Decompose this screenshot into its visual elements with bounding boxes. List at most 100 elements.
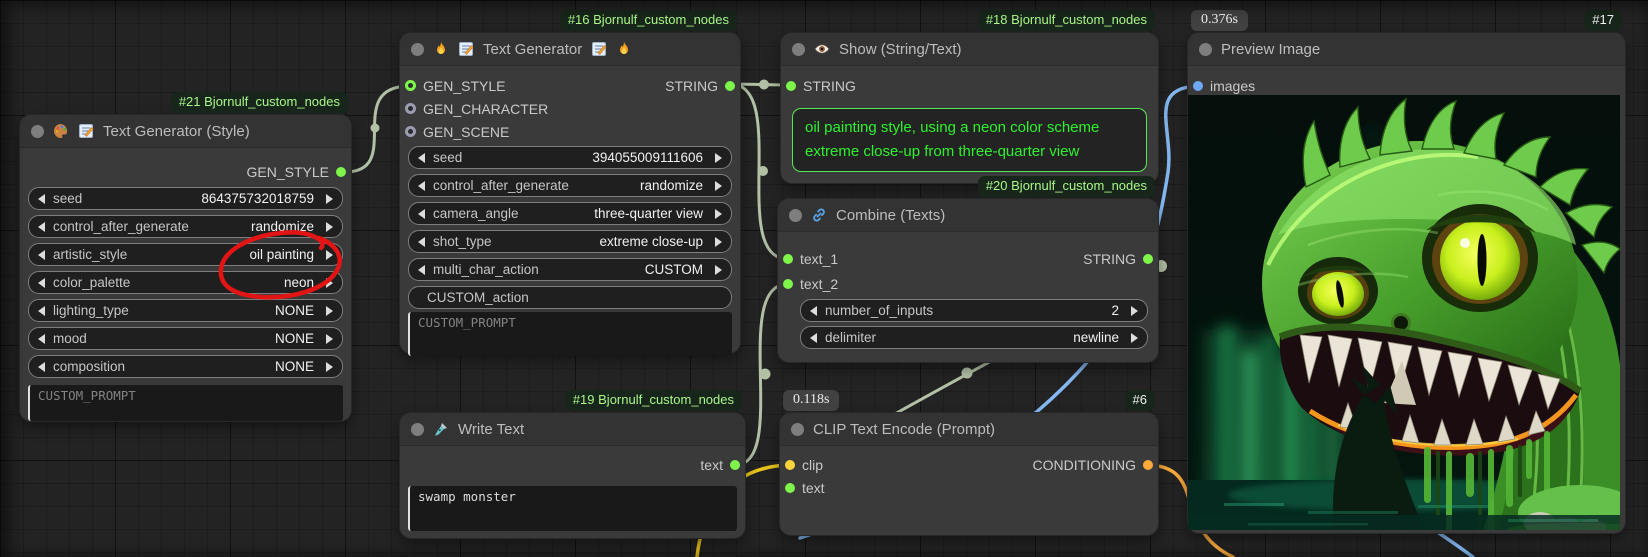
widget-delimiter[interactable]: delimiter newline: [800, 326, 1148, 349]
decrement-arrow[interactable]: [418, 237, 425, 247]
node-text-generator-style[interactable]: #21 Bjornulf_custom_nodes Text Generator…: [20, 115, 351, 421]
widget-shot-type[interactable]: shot_type extreme close-up: [408, 230, 732, 253]
widget-mood[interactable]: mood NONE: [28, 327, 343, 350]
increment-arrow[interactable]: [326, 194, 333, 204]
increment-arrow[interactable]: [715, 209, 722, 219]
preview-image-monster: [1188, 95, 1620, 530]
node-clip-text-encode[interactable]: 0.118s #6 CLIP Text Encode (Prompt) clip…: [780, 413, 1158, 535]
input-slot-label: images: [1210, 78, 1255, 94]
node-titlebar[interactable]: Text Generator: [400, 33, 740, 66]
increment-arrow[interactable]: [326, 250, 333, 260]
output-slot-dot[interactable]: [730, 460, 740, 470]
widget-label: number_of_inputs: [825, 303, 933, 318]
decrement-arrow[interactable]: [418, 209, 425, 219]
node-combine-texts[interactable]: #20 Bjornulf_custom_nodes Combine (Texts…: [778, 199, 1158, 362]
node-title: CLIP Text Encode (Prompt): [813, 421, 995, 438]
collapse-dot[interactable]: [792, 43, 805, 56]
input-slot-dot[interactable]: [405, 103, 416, 114]
custom-action-button[interactable]: CUSTOM_action: [408, 286, 732, 309]
decrement-arrow[interactable]: [418, 181, 425, 191]
increment-arrow[interactable]: [326, 306, 333, 316]
input-slot-dot[interactable]: [1193, 81, 1203, 91]
execution-time-badge: 0.118s: [783, 390, 839, 411]
node-titlebar[interactable]: Preview Image: [1188, 33, 1625, 66]
decrement-arrow[interactable]: [38, 194, 45, 204]
increment-arrow[interactable]: [715, 265, 722, 275]
output-slot-dot[interactable]: [336, 167, 346, 177]
decrement-arrow[interactable]: [38, 278, 45, 288]
output-slot-dot[interactable]: [1143, 460, 1153, 470]
increment-arrow[interactable]: [326, 278, 333, 288]
output-slot-dot[interactable]: [725, 81, 735, 91]
node-titlebar[interactable]: CLIP Text Encode (Prompt): [780, 413, 1158, 446]
decrement-arrow[interactable]: [38, 362, 45, 372]
input-slot-dot[interactable]: [405, 80, 416, 91]
node-write-text[interactable]: #19 Bjornulf_custom_nodes Write Text tex…: [400, 413, 745, 538]
widget-multi-char-action[interactable]: multi_char_action CUSTOM: [408, 258, 732, 281]
collapse-dot[interactable]: [1199, 43, 1212, 56]
textarea-placeholder: CUSTOM_PROMPT: [418, 315, 516, 330]
increment-arrow[interactable]: [715, 181, 722, 191]
decrement-arrow[interactable]: [418, 153, 425, 163]
node-preview-image[interactable]: 0.376s #17 Preview Image images: [1188, 33, 1625, 533]
node-titlebar[interactable]: Show (String/Text): [781, 33, 1158, 66]
collapse-dot[interactable]: [411, 43, 424, 56]
input-slot-dot[interactable]: [783, 279, 793, 289]
custom-prompt-textarea[interactable]: CUSTOM_PROMPT: [408, 312, 732, 356]
node-show-string-text[interactable]: #18 Bjornulf_custom_nodes Show (String/T…: [781, 33, 1158, 183]
widget-control-after-generate[interactable]: control_after_generate randomize: [28, 215, 343, 238]
node-id-badge: #20 Bjornulf_custom_nodes: [978, 176, 1155, 197]
node-id-badge: #18 Bjornulf_custom_nodes: [978, 10, 1155, 31]
decrement-arrow[interactable]: [810, 306, 817, 316]
widget-composition[interactable]: composition NONE: [28, 355, 343, 378]
collapse-dot[interactable]: [791, 423, 804, 436]
increment-arrow[interactable]: [1131, 306, 1138, 316]
increment-arrow[interactable]: [715, 237, 722, 247]
decrement-arrow[interactable]: [38, 222, 45, 232]
node-title: Write Text: [458, 421, 524, 438]
custom-prompt-textarea[interactable]: CUSTOM_PROMPT: [28, 385, 343, 421]
input-slot-dot[interactable]: [783, 254, 793, 264]
collapse-dot[interactable]: [789, 209, 802, 222]
widget-lighting-type[interactable]: lighting_type NONE: [28, 299, 343, 322]
widget-number-of-inputs[interactable]: number_of_inputs 2: [800, 299, 1148, 322]
node-titlebar[interactable]: Text Generator (Style): [20, 115, 351, 148]
fire-icon: [433, 41, 449, 57]
widget-label: multi_char_action: [433, 262, 539, 277]
widget-label: lighting_type: [53, 303, 129, 318]
collapse-dot[interactable]: [31, 125, 44, 138]
output-slot-label: text: [700, 457, 723, 473]
widget-seed[interactable]: seed 394055009111606: [408, 146, 732, 169]
increment-arrow[interactable]: [326, 334, 333, 344]
increment-arrow[interactable]: [1131, 333, 1138, 343]
increment-arrow[interactable]: [326, 222, 333, 232]
memo-icon: [78, 123, 94, 139]
input-slot-dot[interactable]: [405, 126, 416, 137]
decrement-arrow[interactable]: [38, 306, 45, 316]
collapse-dot[interactable]: [411, 423, 424, 436]
node-titlebar[interactable]: Combine (Texts): [778, 199, 1158, 232]
node-graph-canvas[interactable]: #21 Bjornulf_custom_nodes Text Generator…: [0, 0, 1648, 557]
widget-artistic-style[interactable]: artistic_style oil painting: [28, 243, 343, 266]
output-slot-dot[interactable]: [1143, 254, 1153, 264]
decrement-arrow[interactable]: [38, 250, 45, 260]
decrement-arrow[interactable]: [810, 333, 817, 343]
write-text-textarea[interactable]: swamp monster: [408, 486, 737, 531]
input-slot-label: clip: [802, 457, 823, 473]
node-title: Combine (Texts): [836, 207, 945, 224]
widget-color-palette[interactable]: color_palette neon: [28, 271, 343, 294]
input-slot-dot[interactable]: [785, 483, 795, 493]
increment-arrow[interactable]: [715, 153, 722, 163]
output-string: STRING: [1083, 248, 1153, 269]
widget-seed[interactable]: seed 864375732018759: [28, 187, 343, 210]
decrement-arrow[interactable]: [418, 265, 425, 275]
widget-value: 864375732018759: [201, 191, 326, 206]
widget-control-after-generate[interactable]: control_after_generate randomize: [408, 174, 732, 197]
increment-arrow[interactable]: [326, 362, 333, 372]
decrement-arrow[interactable]: [38, 334, 45, 344]
input-slot-dot[interactable]: [785, 460, 795, 470]
widget-camera-angle[interactable]: camera_angle three-quarter view: [408, 202, 732, 225]
node-titlebar[interactable]: Write Text: [400, 413, 745, 446]
node-text-generator[interactable]: #16 Bjornulf_custom_nodes Text Generator…: [400, 33, 740, 353]
input-slot-dot[interactable]: [786, 81, 796, 91]
